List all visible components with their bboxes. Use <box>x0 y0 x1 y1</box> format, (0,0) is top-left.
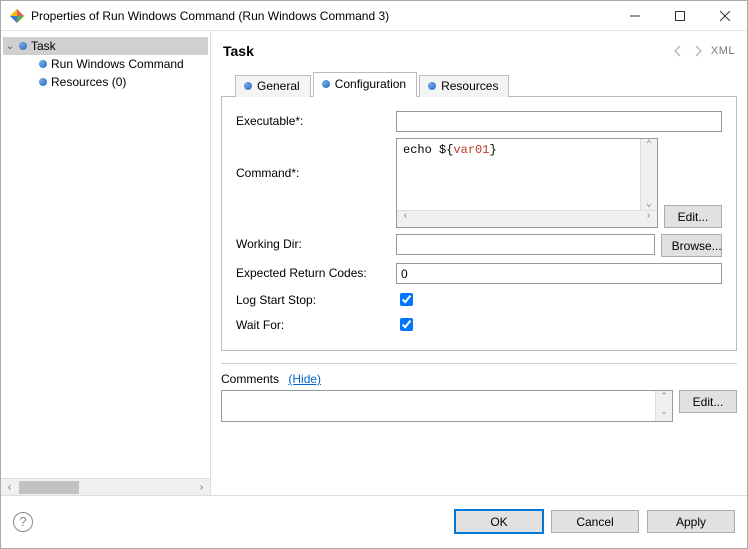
tab-body: Executable*: Command*: echo ${var01} ⌃⌄ … <box>221 97 737 351</box>
waitfor-checkbox[interactable] <box>400 318 413 331</box>
task-header: Task XML <box>221 39 737 71</box>
tab-bar: General Configuration Resources <box>221 71 737 97</box>
executable-label: Executable*: <box>236 111 396 128</box>
executable-input[interactable] <box>396 111 722 132</box>
bullet-icon <box>39 60 47 68</box>
tab-configuration[interactable]: Configuration <box>313 72 417 97</box>
bullet-icon <box>322 80 330 88</box>
command-label: Command*: <box>236 138 396 228</box>
scroll-left-icon[interactable]: ‹ <box>1 482 18 493</box>
workingdir-label: Working Dir: <box>236 234 396 251</box>
command-text-echo: echo <box>403 143 439 157</box>
comments-header: Comments (Hide) <box>221 372 737 386</box>
bullet-icon <box>244 82 252 90</box>
command-textarea[interactable]: echo ${var01} ⌃⌄ ‹› <box>396 138 658 228</box>
divider <box>221 363 737 364</box>
tab-label: Resources <box>441 79 498 93</box>
footer: ? OK Cancel Apply <box>1 495 747 547</box>
comments-label: Comments <box>221 372 279 386</box>
ok-button[interactable]: OK <box>455 510 543 533</box>
cancel-button[interactable]: Cancel <box>551 510 639 533</box>
help-icon[interactable]: ? <box>13 512 33 532</box>
returncodes-label: Expected Return Codes: <box>236 263 396 280</box>
nav-back-icon[interactable] <box>671 44 685 58</box>
tree[interactable]: ⌄ Task Run Windows Command Resources (0) <box>1 31 210 478</box>
tree-pane: ⌄ Task Run Windows Command Resources (0)… <box>1 31 211 495</box>
tree-node-runwincmd[interactable]: Run Windows Command <box>3 55 208 73</box>
nav-fwd-icon[interactable] <box>691 44 705 58</box>
tab-label: Configuration <box>335 77 406 91</box>
bullet-icon <box>39 78 47 86</box>
command-h-scrollbar[interactable]: ‹› <box>397 210 657 227</box>
workingdir-input[interactable] <box>396 234 655 255</box>
tab-label: General <box>257 79 300 93</box>
maximize-button[interactable] <box>657 1 702 31</box>
scroll-thumb[interactable] <box>19 481 79 494</box>
logstartstop-checkbox[interactable] <box>400 293 413 306</box>
bullet-icon <box>19 42 27 50</box>
xml-button[interactable]: XML <box>711 45 735 57</box>
command-text-var: var01 <box>453 143 489 157</box>
comments-hide-link[interactable]: (Hide) <box>288 372 321 386</box>
apply-button[interactable]: Apply <box>647 510 735 533</box>
tree-node-resources[interactable]: Resources (0) <box>3 73 208 91</box>
bullet-icon <box>428 82 436 90</box>
comments-spinner[interactable]: ⌃⌄ <box>655 391 672 421</box>
returncodes-input[interactable] <box>396 263 722 284</box>
titlebar: Properties of Run Windows Command (Run W… <box>1 1 747 31</box>
minimize-button[interactable] <box>612 1 657 31</box>
comments-edit-button[interactable]: Edit... <box>679 390 737 413</box>
tree-node-label: Task <box>31 39 56 53</box>
app-icon <box>9 8 25 24</box>
command-v-scrollbar[interactable]: ⌃⌄ <box>640 139 657 210</box>
tab-resources[interactable]: Resources <box>419 75 509 97</box>
command-text-open: ${ <box>439 143 453 157</box>
logstartstop-label: Log Start Stop: <box>236 290 396 307</box>
collapse-icon[interactable]: ⌄ <box>5 41 15 52</box>
comments-textarea[interactable]: ⌃⌄ <box>221 390 673 422</box>
tab-general[interactable]: General <box>235 75 311 97</box>
tree-node-task[interactable]: ⌄ Task <box>3 37 208 55</box>
tree-node-label: Run Windows Command <box>51 57 184 71</box>
waitfor-label: Wait For: <box>236 315 396 332</box>
tree-h-scrollbar[interactable]: ‹ › <box>1 478 210 495</box>
command-edit-button[interactable]: Edit... <box>664 205 722 228</box>
command-text-close: } <box>489 143 496 157</box>
tree-node-label: Resources (0) <box>51 75 126 89</box>
scroll-right-icon[interactable]: › <box>193 482 210 493</box>
window-title: Properties of Run Windows Command (Run W… <box>31 9 612 23</box>
close-button[interactable] <box>702 1 747 31</box>
right-pane: Task XML General Configuration Resources <box>211 31 747 495</box>
browse-button[interactable]: Browse... <box>661 234 722 257</box>
task-heading: Task <box>223 43 665 59</box>
